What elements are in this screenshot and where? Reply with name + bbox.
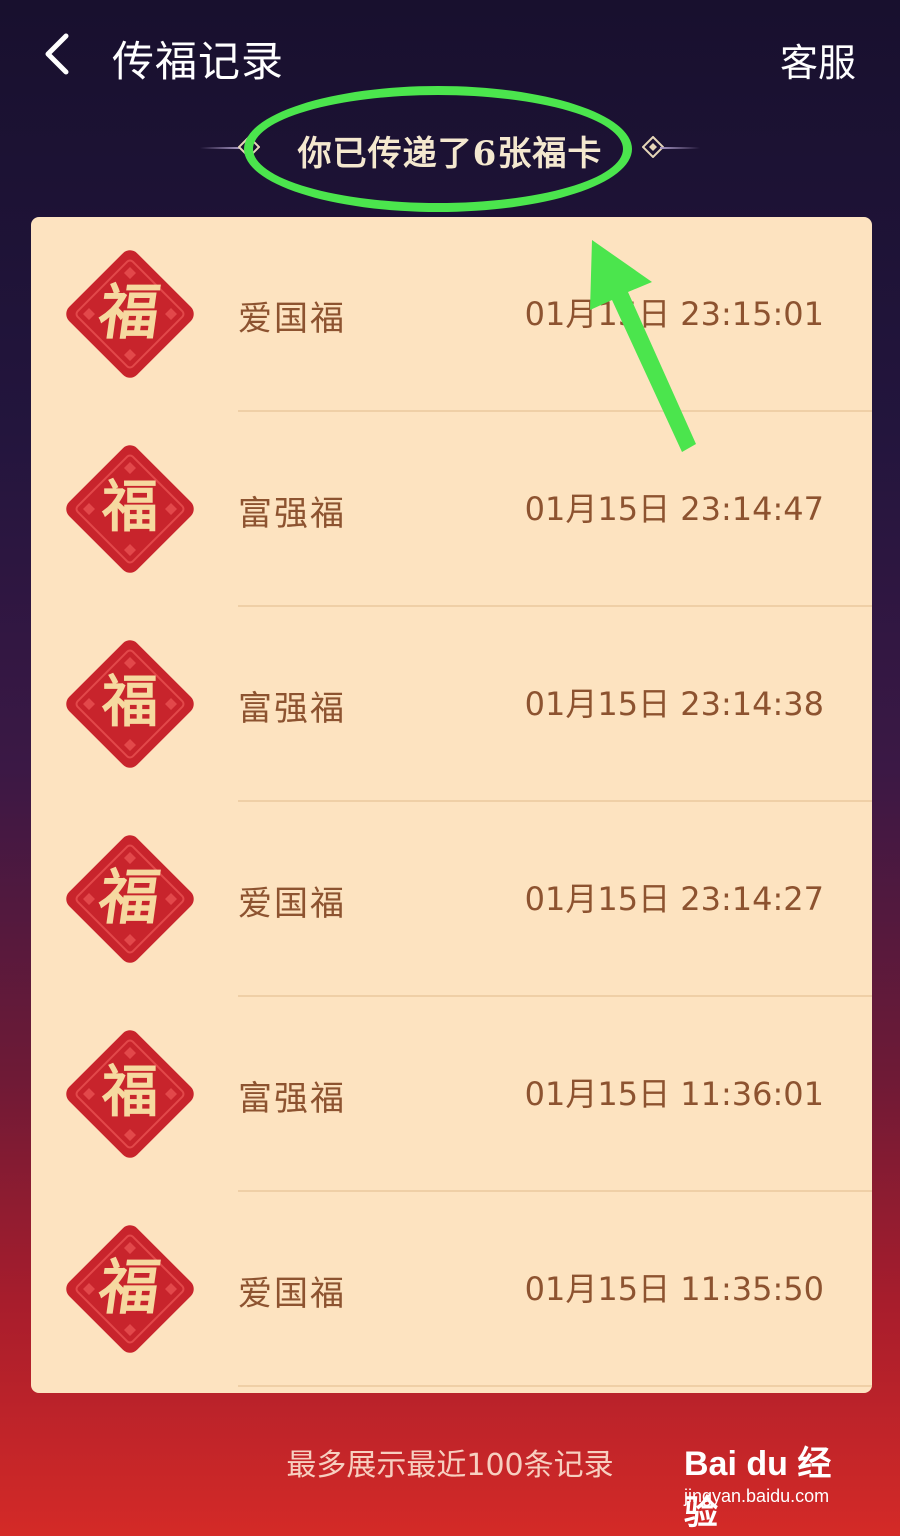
- record-name: 爱国福: [238, 884, 346, 924]
- fu-card-icon: 福: [66, 835, 194, 963]
- watermark-url: jingyan.baidu.com: [684, 1486, 830, 1506]
- list-item[interactable]: 福 富强福 01月15日 23:14:38: [31, 607, 872, 802]
- annotation-arrow-icon: [590, 240, 696, 452]
- fu-character: 福: [101, 670, 158, 735]
- banner-divider-right: [660, 147, 700, 149]
- fu-character: 福: [94, 277, 165, 348]
- record-timestamp: 01月15日 11:36:01: [524, 1075, 824, 1113]
- record-name: 富强福: [238, 494, 346, 534]
- record-name: 富强福: [238, 1079, 346, 1119]
- record-timestamp: 01月15日 23:14:47: [524, 490, 824, 528]
- watermark-logo: Bai du 经验: [684, 1445, 832, 1532]
- record-list: 福爱国福 01月15日 23:15:01 福富强福 01月15日 23:14:47 福富…: [31, 217, 872, 1393]
- record-timestamp: 01月15日 23:14:27: [524, 880, 824, 918]
- row-divider: [238, 1385, 872, 1387]
- record-name: 爱国福: [238, 1274, 346, 1314]
- chevron-left-icon[interactable]: [30, 26, 86, 82]
- fu-character: 福: [94, 1252, 165, 1323]
- page-title: 传福记录: [112, 37, 285, 86]
- fu-card-icon: 福: [66, 1225, 194, 1353]
- record-timestamp: 01月15日 11:35:50: [524, 1270, 824, 1308]
- annotation-circle: [244, 86, 632, 212]
- baidu-watermark: Bai du 经验 jingyan.baidu.com: [684, 1436, 854, 1532]
- customer-service-button[interactable]: 客服: [780, 32, 856, 87]
- fu-card-icon: 福: [66, 445, 194, 573]
- record-name: 爱国福: [238, 299, 346, 339]
- fu-card-icon: 福: [66, 1030, 194, 1158]
- banner-divider-left: [200, 147, 240, 149]
- fu-character: 福: [94, 862, 165, 933]
- list-item[interactable]: 福 富强福 01月15日 23:14:47: [31, 412, 872, 607]
- list-item[interactable]: 福 爱国福 01月15日 11:35:50: [31, 1192, 872, 1387]
- record-timestamp: 01月15日 23:14:38: [524, 685, 824, 723]
- list-item[interactable]: 福爱国福 01月15日 23:15:01: [31, 217, 872, 412]
- fu-character: 福: [101, 475, 158, 540]
- fu-card-icon: 福: [66, 640, 194, 768]
- fu-card-icon: 福: [66, 250, 194, 378]
- list-item[interactable]: 福 富强福 01月15日 11:36:01: [31, 997, 872, 1192]
- record-name: 富强福: [238, 689, 346, 729]
- list-item[interactable]: 福 爱国福 01月15日 23:14:27: [31, 802, 872, 997]
- fu-character: 福: [101, 1060, 158, 1125]
